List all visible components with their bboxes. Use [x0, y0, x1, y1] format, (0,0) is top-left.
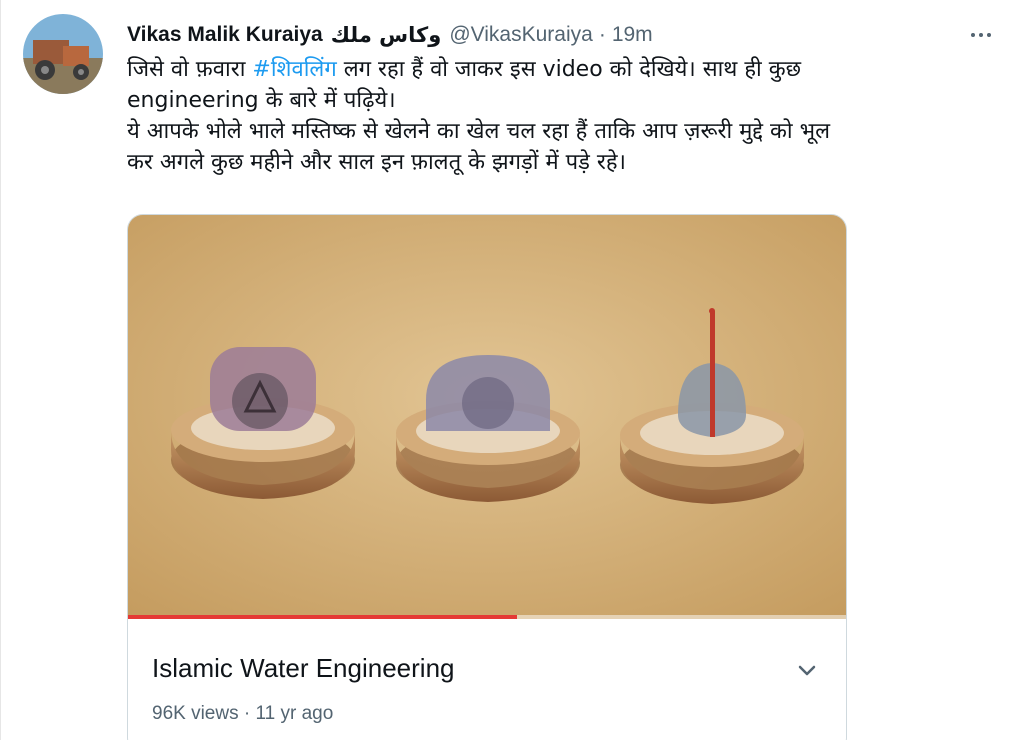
tweet-text-line-4: कर अगले कुछ महीने और साल इन फ़ालतू के झग…: [127, 150, 626, 175]
video-card[interactable]: Islamic Water Engineering 96K views · 11…: [127, 214, 847, 740]
tweet-text-segment: जिसे वो फ़वारा: [127, 57, 253, 82]
tweet-text-line-3: ये आपके भोले भाले मस्तिष्क से खेलने का ख…: [127, 119, 831, 144]
video-thumbnail[interactable]: [128, 215, 846, 619]
avatar[interactable]: [23, 14, 103, 94]
tweet-text-segment: लग रहा हैं वो जाकर इस video को देखिये। स…: [336, 57, 802, 82]
hashtag-link[interactable]: #शिवलिंग: [252, 57, 336, 82]
tweet-text: जिसे वो फ़वारा #शिवलिंग लग रहा हैं वो जा…: [127, 54, 1007, 178]
video-title[interactable]: Islamic Water Engineering: [152, 653, 455, 684]
separator-dot: ·: [598, 23, 606, 46]
tweet-text-line-2: engineering के बारे में पढ़िये।: [127, 88, 396, 113]
display-name[interactable]: Vikas Malik Kuraiya: [127, 23, 323, 47]
timestamp[interactable]: 19m: [612, 23, 653, 47]
view-count: 96K views: [152, 703, 239, 724]
tweet[interactable]: Vikas Malik Kuraiya وكاس ملك @VikasKurai…: [0, 0, 1024, 740]
video-meta: 96K views · 11 yr ago: [152, 703, 333, 725]
display-name-urdu: وكاس ملك: [330, 23, 442, 47]
tweet-header: Vikas Malik Kuraiya وكاس ملك @VikasKurai…: [127, 18, 653, 52]
user-handle[interactable]: @VikasKuraiya: [449, 23, 593, 47]
video-age: 11 yr ago: [255, 703, 334, 724]
chevron-down-icon[interactable]: [792, 655, 822, 685]
more-horizontal-icon[interactable]: [961, 22, 1001, 48]
meta-separator: ·: [243, 703, 251, 724]
video-progress-fill: [128, 615, 517, 619]
video-progress-bar[interactable]: [128, 615, 846, 619]
tweet-text-line-1: जिसे वो फ़वारा #शिवलिंग लग रहा हैं वो जा…: [127, 54, 1007, 85]
